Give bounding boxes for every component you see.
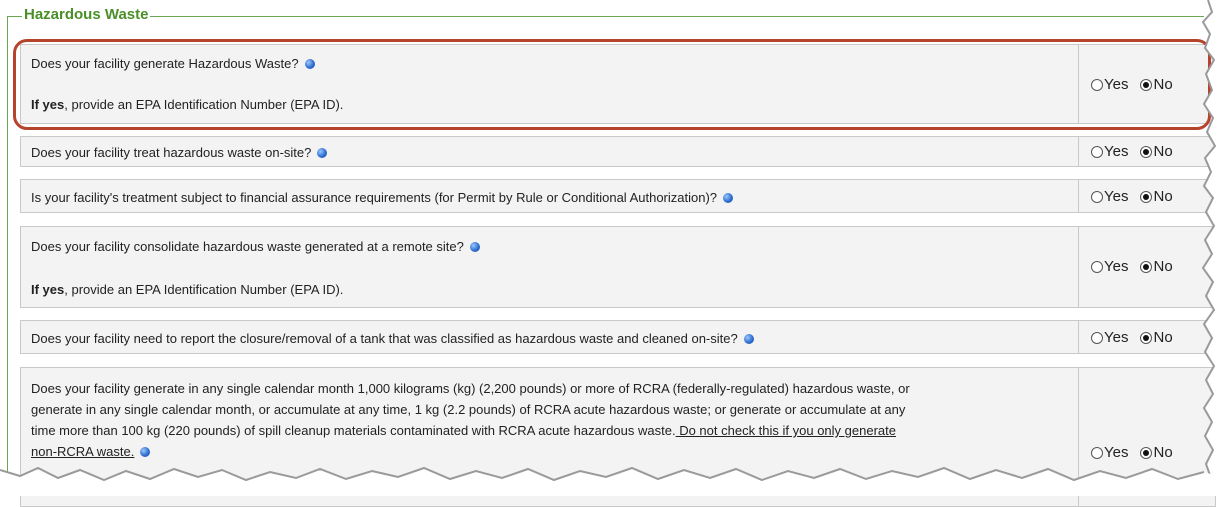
question-row: Does your facility treat hazardous waste… xyxy=(20,136,1216,167)
section-title: Hazardous Waste xyxy=(22,6,151,24)
question-row: Does your facility generate Hazardous Wa… xyxy=(20,44,1216,124)
yes-radio-option[interactable]: Yes xyxy=(1091,143,1128,160)
no-radio[interactable] xyxy=(1140,331,1153,344)
question-text-line: generate in any single calendar month, o… xyxy=(31,402,906,417)
exception-note: Do not check this if you only generate xyxy=(675,423,896,438)
if-yes-label: If yes xyxy=(31,97,65,112)
help-info-icon[interactable] xyxy=(304,58,315,69)
yes-radio[interactable] xyxy=(1091,78,1103,91)
no-radio-option[interactable]: No xyxy=(1140,444,1173,461)
if-yes-label: If yes xyxy=(31,282,65,297)
question-row: Does your facility need to report the cl… xyxy=(20,320,1216,354)
no-radio[interactable] xyxy=(1140,145,1153,158)
question-note: , provide an EPA Identification Number (… xyxy=(64,282,344,297)
question-text: Does your facility need to report the cl… xyxy=(31,331,738,346)
question-text: Does your facility generate Hazardous Wa… xyxy=(31,56,299,71)
yes-radio-option[interactable]: Yes xyxy=(1091,444,1128,461)
question-cell: Does your facility treat hazardous waste… xyxy=(21,137,1079,166)
no-label: No xyxy=(1153,329,1173,346)
no-radio[interactable] xyxy=(1140,446,1153,459)
question-cell: Does your facility generate in any singl… xyxy=(21,368,1079,506)
question-cell: Does your facility need to report the cl… xyxy=(21,321,1079,353)
yes-radio-option[interactable]: Yes xyxy=(1091,188,1128,205)
question-row: Does your facility generate in any singl… xyxy=(20,367,1216,507)
help-info-icon[interactable] xyxy=(723,192,734,203)
yes-radio-option[interactable]: Yes xyxy=(1091,76,1128,93)
no-radio-option[interactable]: No xyxy=(1140,143,1173,160)
yes-label: Yes xyxy=(1104,188,1129,205)
no-label: No xyxy=(1153,76,1173,93)
question-text-line: time more than 100 kg (220 pounds) of sp… xyxy=(31,423,676,438)
yes-label: Yes xyxy=(1104,444,1129,461)
help-info-icon[interactable] xyxy=(140,446,151,457)
help-info-icon[interactable] xyxy=(317,147,328,158)
yes-radio-option[interactable]: Yes xyxy=(1091,258,1128,275)
question-text: Does your facility treat hazardous waste… xyxy=(31,145,312,160)
answer-cell: Yes No xyxy=(1079,45,1215,123)
help-info-icon[interactable] xyxy=(743,333,754,344)
yes-radio[interactable] xyxy=(1091,145,1103,158)
no-radio-option[interactable]: No xyxy=(1140,76,1173,93)
question-cell: Does your facility generate Hazardous Wa… xyxy=(21,45,1079,123)
yes-label: Yes xyxy=(1104,329,1129,346)
question-text: Is your facility's treatment subject to … xyxy=(31,190,718,205)
answer-cell: Yes No xyxy=(1079,227,1215,307)
no-label: No xyxy=(1153,143,1173,160)
no-label: No xyxy=(1153,444,1173,461)
answer-cell: Yes No xyxy=(1079,180,1215,212)
no-radio[interactable] xyxy=(1140,260,1153,273)
question-text: Does your facility consolidate hazardous… xyxy=(31,239,464,254)
yes-radio[interactable] xyxy=(1091,331,1103,344)
help-info-icon[interactable] xyxy=(469,241,480,252)
question-cell: Is your facility's treatment subject to … xyxy=(21,180,1079,212)
yes-label: Yes xyxy=(1104,143,1129,160)
question-note: , provide an EPA Identification Number (… xyxy=(64,97,344,112)
yes-radio-option[interactable]: Yes xyxy=(1091,329,1128,346)
no-radio-option[interactable]: No xyxy=(1140,258,1173,275)
yes-radio[interactable] xyxy=(1091,190,1103,203)
yes-label: Yes xyxy=(1104,76,1129,93)
no-label: No xyxy=(1153,188,1173,205)
yes-radio[interactable] xyxy=(1091,260,1103,273)
no-label: No xyxy=(1153,258,1173,275)
answer-cell: Yes No xyxy=(1079,137,1215,166)
exception-note-end: non-RCRA waste. xyxy=(31,444,135,459)
question-row: Does your facility consolidate hazardous… xyxy=(20,226,1216,308)
no-radio-option[interactable]: No xyxy=(1140,329,1173,346)
question-text-line: Does your facility generate in any singl… xyxy=(31,381,910,396)
no-radio[interactable] xyxy=(1140,78,1153,91)
question-row: Is your facility's treatment subject to … xyxy=(20,179,1216,213)
no-radio-option[interactable]: No xyxy=(1140,188,1173,205)
answer-cell: Yes No xyxy=(1079,368,1215,506)
yes-radio[interactable] xyxy=(1091,446,1103,459)
answer-cell: Yes No xyxy=(1079,321,1215,353)
question-cell: Does your facility consolidate hazardous… xyxy=(21,227,1079,307)
yes-label: Yes xyxy=(1104,258,1129,275)
no-radio[interactable] xyxy=(1140,190,1153,203)
